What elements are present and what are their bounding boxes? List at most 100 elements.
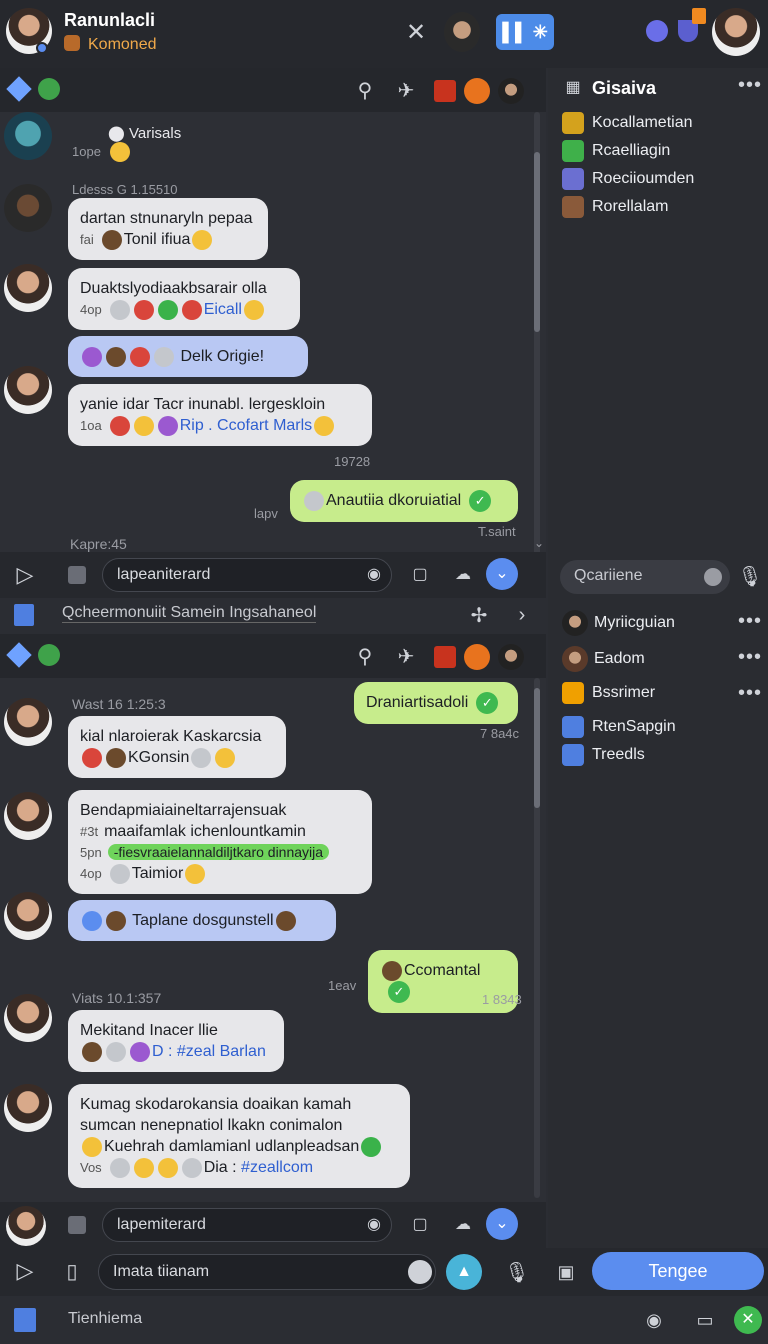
emoji-icon — [304, 491, 324, 511]
square-icon[interactable]: ▢ — [408, 1212, 432, 1236]
message-avatar[interactable] — [4, 792, 52, 840]
fire-icon[interactable] — [464, 78, 490, 104]
message-bubble[interactable]: dartan stnunaryln pepaa fai Tonil ifiua — [68, 198, 268, 260]
send-button[interactable]: Tengee — [592, 1252, 764, 1290]
rocket-icon[interactable]: ✈ — [392, 642, 420, 670]
play-icon[interactable]: ▷ — [10, 560, 40, 590]
diamond-icon[interactable] — [6, 642, 32, 668]
cube-icon[interactable] — [434, 646, 456, 668]
scrollbar-thumb[interactable] — [534, 152, 540, 332]
clover-icon[interactable] — [38, 78, 60, 100]
message-text: Delk Origie! — [180, 348, 265, 365]
composer-input[interactable]: Imata tiianam — [98, 1254, 436, 1290]
sidebar-item[interactable]: Roeciioumden — [562, 168, 694, 190]
message-bubble[interactable]: Kumag skodarokansia doaikan kamah sumcan… — [68, 1084, 410, 1188]
message-avatar[interactable] — [4, 366, 52, 414]
sparkle-icon[interactable]: ✢ — [466, 602, 492, 628]
close-icon[interactable]: ✕ — [402, 18, 430, 46]
message-avatar[interactable] — [4, 698, 52, 746]
message-bubble[interactable]: Bendapmiaiaineltarrajensuak #3t maaifamla… — [68, 790, 372, 894]
person-icon[interactable] — [498, 644, 524, 670]
message-line: Kuehrah damlamianl udlanpleadsan — [80, 1136, 398, 1157]
expand-button[interactable]: ⌄ — [486, 1208, 518, 1240]
chevron-right-icon[interactable]: › — [512, 602, 532, 628]
channel-icon — [562, 140, 584, 162]
contact-avatar[interactable] — [444, 12, 480, 52]
message-bubble[interactable]: Draniartisadoli ✓ — [354, 682, 518, 724]
sticker-button[interactable]: ▲ — [446, 1254, 482, 1290]
sidebar-scroll-arrow[interactable]: ⌄ — [534, 536, 544, 550]
fire-icon[interactable] — [464, 644, 490, 670]
square-icon[interactable]: ▢ — [408, 562, 432, 586]
building-icon[interactable] — [14, 604, 34, 626]
chat-icon[interactable]: ▭ — [692, 1308, 718, 1332]
search-icon[interactable]: ⚲ — [350, 642, 380, 670]
person-icon[interactable] — [498, 78, 524, 104]
message-input[interactable]: lapeaniterard — [102, 558, 392, 592]
play-icon[interactable]: ▷ — [10, 1256, 40, 1286]
message-avatar[interactable] — [4, 994, 52, 1042]
grid-icon[interactable]: ▦ — [562, 76, 584, 98]
scrollbar-thumb[interactable] — [534, 688, 540, 808]
target-icon[interactable]: ◉ — [362, 1212, 386, 1236]
lock-icon[interactable] — [68, 566, 86, 584]
user-avatar[interactable] — [6, 1206, 46, 1246]
briefcase-icon — [562, 682, 584, 704]
sidebar-item[interactable]: Myriicguian — [562, 610, 675, 636]
sidebar-item[interactable]: Treedls — [562, 744, 645, 766]
footer-label[interactable]: Tienhiema — [68, 1310, 142, 1328]
target-icon[interactable]: ◉ — [362, 562, 386, 586]
microphone-icon[interactable]: 🎙 — [737, 562, 762, 590]
more-options-icon[interactable]: ••• — [738, 682, 762, 705]
info-icon[interactable] — [704, 568, 722, 586]
search-icon[interactable]: ⚲ — [350, 76, 380, 104]
message-avatar[interactable] — [4, 184, 52, 232]
sidebar-item[interactable]: Bssrimer — [562, 682, 655, 704]
message-text: kial nlaroierak Kaskarcsia — [80, 728, 262, 745]
message-bubble[interactable]: Mekitand Inacer llie D : #zeal Barlan — [68, 1010, 284, 1072]
close-circle-icon[interactable]: ✕ — [734, 1306, 762, 1334]
clover-icon[interactable] — [38, 644, 60, 666]
sidebar-item[interactable]: RtenSapgin — [562, 716, 676, 738]
target-icon[interactable]: ◉ — [642, 1308, 666, 1332]
message-avatar[interactable] — [4, 264, 52, 312]
message-avatar[interactable] — [4, 112, 52, 160]
building-icon[interactable] — [14, 1308, 36, 1332]
app-logo-icon[interactable]: ▌▌ ✳ — [496, 14, 554, 50]
cloud-icon[interactable]: ☁ — [450, 1212, 476, 1236]
profile-avatar[interactable] — [712, 8, 760, 56]
emoji-icon — [110, 142, 130, 162]
lock-icon[interactable] — [68, 1216, 86, 1234]
attach-icon[interactable]: ▯ — [58, 1256, 86, 1286]
message-input[interactable]: lapemiterard — [102, 1208, 392, 1242]
thread-title[interactable]: Qcheermonuiit Samein Ingsahaneol — [62, 604, 317, 623]
scrollbar[interactable] — [534, 112, 540, 598]
sidebar-item[interactable]: Eadom — [562, 646, 645, 672]
sidebar-item[interactable]: Rorellalam — [562, 196, 668, 218]
message-bubble[interactable]: kial nlaroierak Kaskarcsia KGonsin — [68, 716, 286, 778]
expand-button[interactable]: ⌄ — [486, 558, 518, 590]
message-bubble[interactable]: yanie idar Tacr inunabl. lergeskloin 1oa… — [68, 384, 372, 446]
message-avatar[interactable] — [4, 892, 52, 940]
sidebar-item[interactable]: Kocallametian — [562, 112, 693, 134]
camera-icon[interactable]: ▣ — [552, 1258, 580, 1286]
microphone-icon[interactable]: 🎙 — [504, 1258, 530, 1286]
more-options-icon[interactable]: ••• — [738, 610, 762, 633]
message-text: sumcan nenepnatiol lkakn conimalon — [80, 1117, 343, 1134]
message-text: Taplane dosgunstell — [132, 912, 274, 929]
message-bubble[interactable]: Anautiia dkoruiatial ✓ — [290, 480, 518, 522]
more-options-icon[interactable]: ••• — [738, 74, 762, 97]
cube-icon[interactable] — [434, 80, 456, 102]
emoji-picker-icon[interactable] — [408, 1260, 432, 1284]
message-avatar[interactable] — [4, 1084, 52, 1132]
rocket-icon[interactable]: ✈ — [392, 76, 420, 104]
diamond-icon[interactable] — [6, 76, 32, 102]
smiley-icon[interactable] — [646, 20, 668, 42]
message-bubble[interactable]: Duaktslyodiaakbsarair olla 4op Eicall — [68, 268, 300, 330]
cloud-icon[interactable]: ☁ — [450, 562, 476, 586]
sidebar-item[interactable]: Rcaelliagin — [562, 140, 670, 162]
more-options-icon[interactable]: ••• — [738, 646, 762, 669]
scrollbar[interactable] — [534, 678, 540, 1198]
message-bubble[interactable]: Delk Origie! — [68, 336, 308, 377]
message-bubble[interactable]: Taplane dosgunstell — [68, 900, 336, 941]
